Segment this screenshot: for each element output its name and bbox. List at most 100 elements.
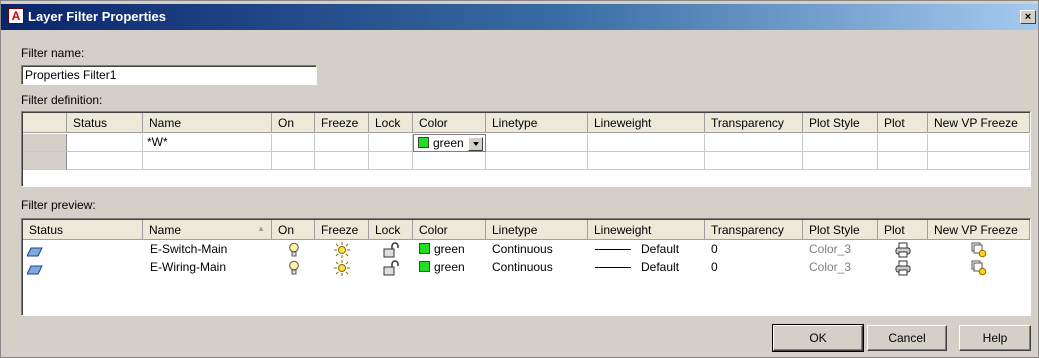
prev-col-plot[interactable]: Plot bbox=[878, 220, 928, 240]
layer-status-icon bbox=[27, 265, 43, 275]
lineweight-cell[interactable]: Default bbox=[588, 242, 705, 259]
lock-cell[interactable] bbox=[369, 260, 413, 277]
def-plot-style-cell[interactable] bbox=[803, 134, 878, 152]
new-vp-freeze-cell[interactable] bbox=[928, 260, 1030, 277]
lock-cell[interactable] bbox=[369, 242, 413, 259]
on-cell[interactable] bbox=[272, 242, 315, 259]
freeze-cell[interactable] bbox=[315, 242, 369, 259]
empty-cell[interactable] bbox=[486, 152, 588, 170]
prev-col-freeze[interactable]: Freeze bbox=[315, 220, 369, 240]
preview-header-row: Status Name ▲ On Freeze Lock Color Linet… bbox=[23, 220, 1030, 240]
printer-icon[interactable] bbox=[895, 242, 911, 258]
empty-cell[interactable] bbox=[272, 152, 315, 170]
color-swatch-icon bbox=[418, 137, 429, 148]
empty-cell[interactable] bbox=[315, 152, 369, 170]
lineweight-value: Default bbox=[641, 260, 680, 274]
def-col-lock[interactable]: Lock bbox=[369, 113, 413, 133]
prev-col-name[interactable]: Name ▲ bbox=[143, 220, 272, 240]
lineweight-cell[interactable]: Default bbox=[588, 260, 705, 277]
printer-icon[interactable] bbox=[895, 260, 911, 276]
prev-col-name-label: Name bbox=[149, 223, 182, 237]
new-vp-freeze-cell[interactable] bbox=[928, 242, 1030, 259]
definition-row-empty[interactable] bbox=[23, 152, 1030, 170]
prev-col-status[interactable]: Status bbox=[23, 220, 143, 240]
def-status-cell[interactable] bbox=[67, 134, 143, 152]
def-col-linetype[interactable]: Linetype bbox=[486, 113, 588, 133]
def-col-transparency[interactable]: Transparency bbox=[705, 113, 803, 133]
def-color-dropdown[interactable]: green bbox=[413, 134, 486, 152]
empty-cell[interactable] bbox=[413, 152, 486, 170]
lightbulb-on-icon[interactable] bbox=[288, 260, 300, 276]
def-col-status[interactable]: Status bbox=[67, 113, 143, 133]
close-button[interactable]: × bbox=[1020, 10, 1036, 24]
ok-button[interactable]: OK bbox=[772, 324, 864, 352]
definition-header-row: Status Name On Freeze Lock Color Linetyp… bbox=[23, 113, 1030, 133]
empty-cell[interactable] bbox=[803, 152, 878, 170]
def-plot-cell[interactable] bbox=[878, 134, 928, 152]
row-selector[interactable] bbox=[23, 152, 67, 170]
row-selector[interactable] bbox=[23, 134, 67, 152]
def-lock-cell[interactable] bbox=[369, 134, 413, 152]
transparency-cell[interactable]: 0 bbox=[705, 260, 803, 277]
def-col-color[interactable]: Color bbox=[413, 113, 486, 133]
unlocked-padlock-icon[interactable] bbox=[383, 260, 399, 276]
linetype-cell[interactable]: Continuous bbox=[486, 242, 588, 259]
def-col-new-vp-freeze[interactable]: New VP Freeze bbox=[928, 113, 1030, 133]
title-bar[interactable]: A Layer Filter Properties × bbox=[1, 4, 1038, 30]
filter-name-input[interactable]: Properties Filter1 bbox=[21, 65, 317, 85]
def-linetype-cell[interactable] bbox=[486, 134, 588, 152]
def-on-cell[interactable] bbox=[272, 134, 315, 152]
dropdown-arrow-icon[interactable] bbox=[468, 137, 483, 151]
prev-col-lock[interactable]: Lock bbox=[369, 220, 413, 240]
empty-cell[interactable] bbox=[928, 152, 1030, 170]
def-col-lineweight[interactable]: Lineweight bbox=[588, 113, 705, 133]
definition-row[interactable]: *W* green bbox=[23, 134, 1030, 152]
freeze-cell[interactable] bbox=[315, 260, 369, 277]
plot-cell[interactable] bbox=[878, 260, 928, 277]
filter-preview-grid[interactable]: Status Name ▲ On Freeze Lock Color Linet… bbox=[21, 218, 1031, 316]
prev-col-on[interactable]: On bbox=[272, 220, 315, 240]
sun-thawed-icon[interactable] bbox=[334, 242, 350, 258]
empty-cell[interactable] bbox=[67, 152, 143, 170]
color-cell[interactable]: green bbox=[413, 242, 486, 259]
linetype-cell[interactable]: Continuous bbox=[486, 260, 588, 277]
lightbulb-on-icon[interactable] bbox=[288, 242, 300, 258]
empty-cell[interactable] bbox=[369, 152, 413, 170]
prev-col-new-vp-freeze[interactable]: New VP Freeze bbox=[928, 220, 1030, 240]
empty-cell[interactable] bbox=[705, 152, 803, 170]
color-value: green bbox=[434, 242, 465, 256]
def-col-freeze[interactable]: Freeze bbox=[315, 113, 369, 133]
color-cell[interactable]: green bbox=[413, 260, 486, 277]
transparency-cell[interactable]: 0 bbox=[705, 242, 803, 259]
unlocked-padlock-icon[interactable] bbox=[383, 242, 399, 258]
viewport-freeze-icon[interactable] bbox=[971, 260, 987, 276]
layer-name: E-Wiring-Main bbox=[150, 260, 227, 274]
def-col-plot[interactable]: Plot bbox=[878, 113, 928, 133]
def-col-on[interactable]: On bbox=[272, 113, 315, 133]
prev-col-lineweight[interactable]: Lineweight bbox=[588, 220, 705, 240]
prev-col-linetype[interactable]: Linetype bbox=[486, 220, 588, 240]
prev-col-plot-style[interactable]: Plot Style bbox=[803, 220, 878, 240]
plot-style-cell: Color_3 bbox=[809, 242, 852, 256]
def-new-vp-freeze-cell[interactable] bbox=[928, 134, 1030, 152]
on-cell[interactable] bbox=[272, 260, 315, 277]
preview-layer-row[interactable]: E-Switch-Main green Continuous Default 0… bbox=[23, 242, 1030, 259]
plot-cell[interactable] bbox=[878, 242, 928, 259]
def-name-cell[interactable]: *W* bbox=[143, 134, 272, 152]
def-col-plot-style[interactable]: Plot Style bbox=[803, 113, 878, 133]
empty-cell[interactable] bbox=[588, 152, 705, 170]
def-transparency-cell[interactable] bbox=[705, 134, 803, 152]
empty-cell[interactable] bbox=[143, 152, 272, 170]
prev-col-transparency[interactable]: Transparency bbox=[705, 220, 803, 240]
def-col-name[interactable]: Name bbox=[143, 113, 272, 133]
def-lineweight-cell[interactable] bbox=[588, 134, 705, 152]
empty-cell[interactable] bbox=[878, 152, 928, 170]
viewport-freeze-icon[interactable] bbox=[971, 242, 987, 258]
def-freeze-cell[interactable] bbox=[315, 134, 369, 152]
filter-definition-grid[interactable]: Status Name On Freeze Lock Color Linetyp… bbox=[21, 111, 1031, 187]
cancel-button[interactable]: Cancel bbox=[867, 325, 947, 351]
preview-layer-row[interactable]: E-Wiring-Main green Continuous Default 0… bbox=[23, 260, 1030, 277]
prev-col-color[interactable]: Color bbox=[413, 220, 486, 240]
sun-thawed-icon[interactable] bbox=[334, 260, 350, 276]
help-button[interactable]: Help bbox=[959, 325, 1031, 351]
